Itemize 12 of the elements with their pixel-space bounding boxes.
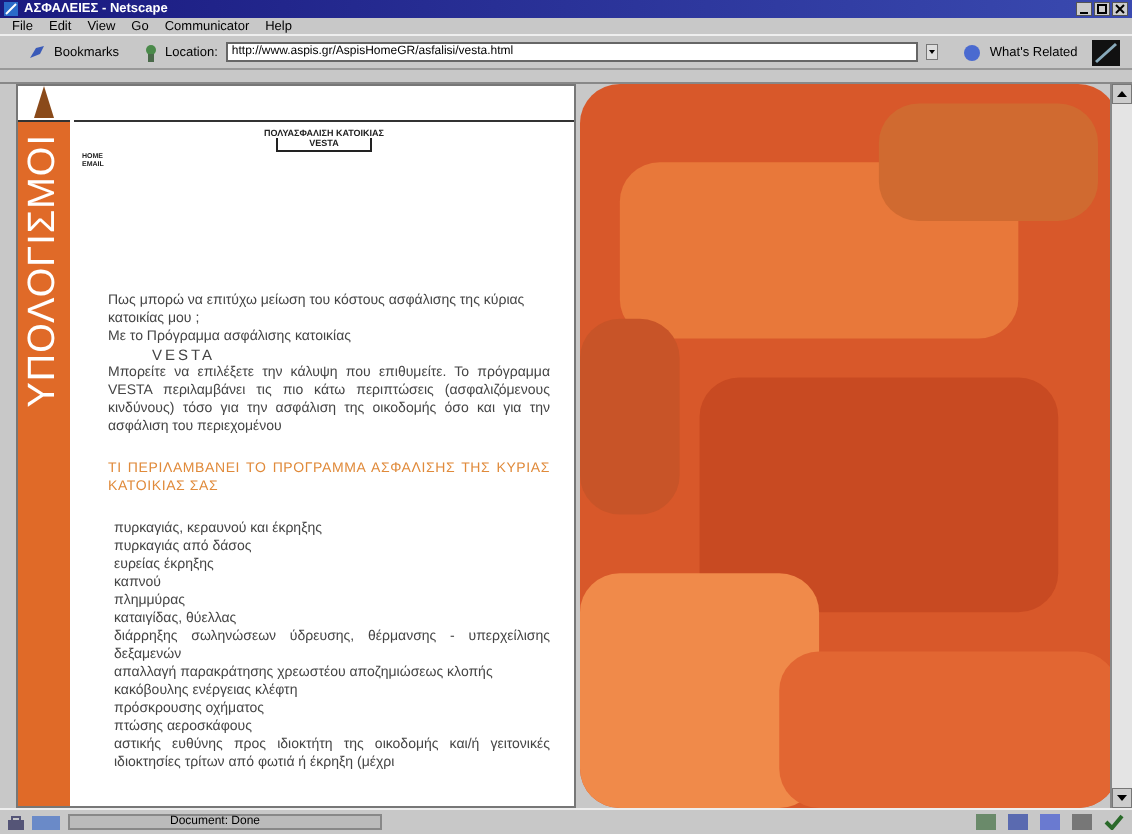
- check-icon[interactable]: [1104, 814, 1124, 830]
- minimize-icon[interactable]: [1076, 2, 1092, 16]
- connection-icon: [32, 815, 60, 829]
- close-icon[interactable]: [1112, 2, 1128, 16]
- side-title: ΥΠΟΛΟΓΙΣΜΟΙ: [22, 134, 66, 408]
- dropdown-icon[interactable]: [925, 44, 938, 60]
- scroll-down-icon[interactable]: [1112, 788, 1132, 808]
- maximize-icon[interactable]: [1094, 2, 1110, 16]
- scroll-up-icon[interactable]: [1112, 84, 1132, 104]
- lock-icon: [8, 814, 24, 830]
- related-icon: [961, 43, 982, 61]
- bookmark-icon: [28, 44, 46, 60]
